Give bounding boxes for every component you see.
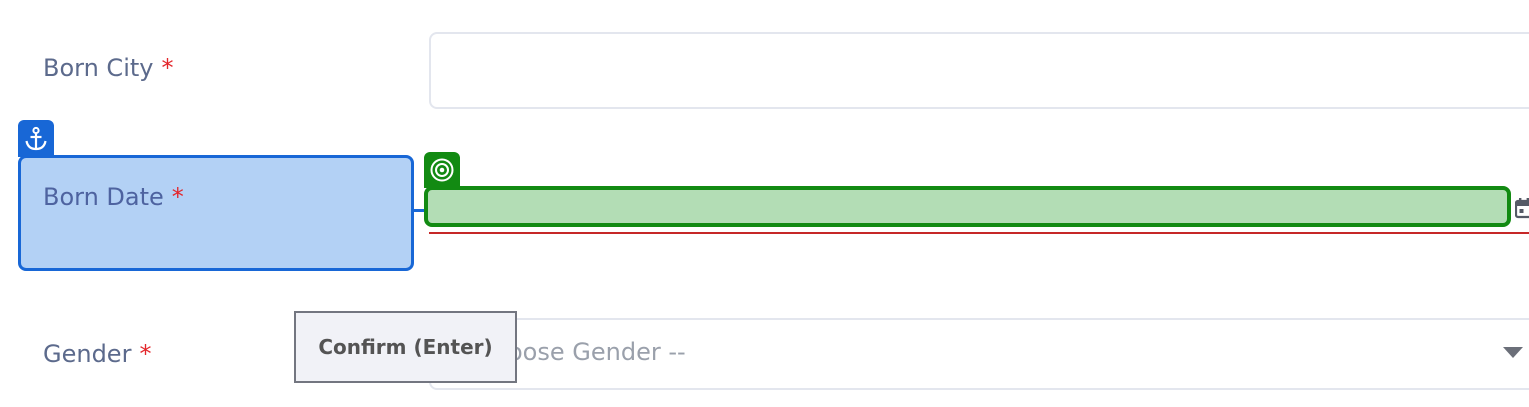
- born-city-label-text: Born City: [43, 54, 154, 82]
- anchor-icon: [25, 126, 47, 150]
- gender-label-text: Gender: [43, 340, 132, 368]
- required-asterisk: *: [171, 183, 184, 211]
- anchor-highlight-box: [18, 155, 414, 271]
- gender-placeholder: oose Gender --: [508, 338, 686, 366]
- born-city-label: Born City *: [43, 54, 173, 82]
- target-tab: [424, 152, 460, 188]
- born-date-label: Born Date *: [43, 183, 184, 211]
- calendar-icon[interactable]: [1515, 197, 1529, 219]
- anchor-tab: [18, 120, 54, 157]
- form-stage: Born City * Born Date * Gender * oose Gende…: [0, 0, 1529, 407]
- born-city-input[interactable]: [429, 32, 1529, 109]
- target-icon: [430, 158, 454, 182]
- error-underline: [429, 232, 1529, 234]
- born-date-input[interactable]: [424, 186, 1511, 227]
- required-asterisk: *: [161, 54, 174, 82]
- gender-label: Gender *: [43, 340, 151, 368]
- chevron-down-icon[interactable]: [1503, 347, 1523, 358]
- required-asterisk: *: [139, 340, 152, 368]
- born-date-label-text: Born Date: [43, 183, 164, 211]
- confirm-button[interactable]: Confirm (Enter): [294, 311, 517, 383]
